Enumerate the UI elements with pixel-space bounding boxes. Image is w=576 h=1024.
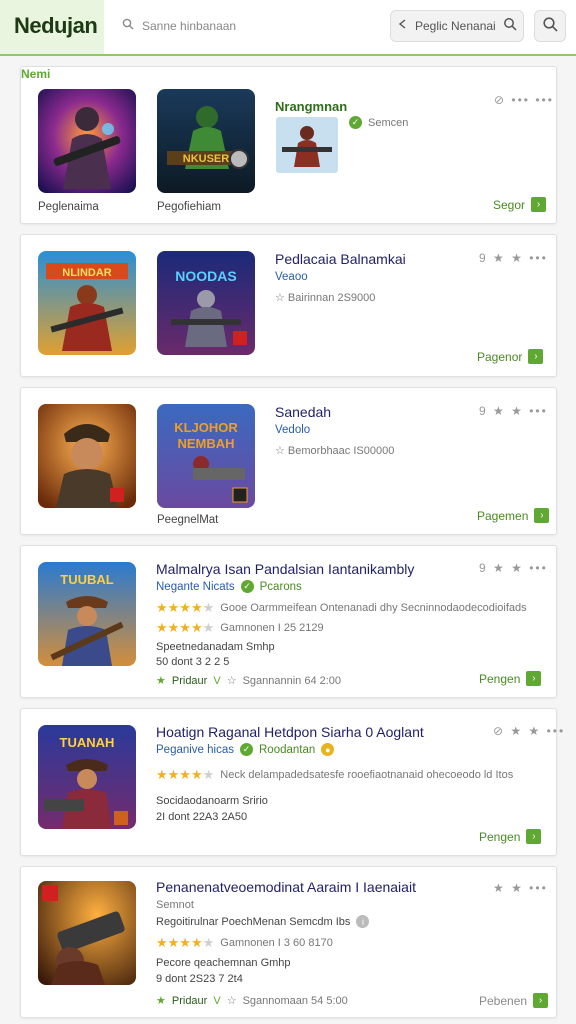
game-thumbnail[interactable] (38, 881, 136, 985)
secondary-search-field[interactable]: Peglic Nenanai (390, 10, 524, 42)
game-thumbnail[interactable]: NLINDAR (38, 251, 136, 355)
game-thumbnail[interactable]: TUUBAL (38, 562, 136, 666)
item-subtitle[interactable]: Vedolo (275, 424, 310, 436)
game-thumbnail[interactable] (38, 404, 136, 508)
item-meta: ☆ Bemorbhaac IS00000 (275, 445, 395, 457)
verified-icon: ✓ (240, 580, 254, 593)
item-controls[interactable]: ★ ★ ••• (493, 881, 548, 895)
game-thumbnail[interactable] (38, 89, 136, 193)
chevron-right-icon: › (534, 508, 550, 523)
star-rating: ★★★★★ (156, 767, 215, 782)
search-input[interactable]: Sanne hinbanaan (114, 10, 376, 42)
item-detail: Socidaodanoarm Sririo (156, 795, 268, 807)
item-title[interactable]: Hoatign Raganal Hetdpon Siarha 0 Aoglant (156, 724, 424, 740)
svg-text:KLJOHOR: KLJOHOR (174, 420, 238, 435)
search-icon (122, 17, 134, 35)
list-item[interactable]: Penanenatveoemodinat Aaraim I Iaenaiait … (20, 866, 557, 1018)
rating-row: ★★★★★ Gamnonen I 3 60 8170 (156, 935, 333, 950)
list-item[interactable]: Peglenaima NKUSER Pegofiehiam Nrangmnan … (20, 66, 557, 224)
item-detail: 50 dont 3 2 2 5 (156, 656, 230, 668)
item-subtitle[interactable]: Negante Nicats ✓ Pcarons (156, 580, 302, 593)
chevron-right-icon: › (528, 349, 544, 364)
info-icon: i (356, 915, 370, 928)
search-icon (542, 16, 558, 37)
item-title[interactable]: Penanenatveoemodinat Aaraim I Iaenaiait (156, 879, 416, 895)
app-logo[interactable]: Nedujan (14, 13, 98, 39)
star-icon: ★ (156, 675, 166, 687)
open-button[interactable]: Segor › (493, 197, 547, 212)
item-subtitle[interactable]: Semnot (156, 899, 194, 911)
top-bar: Nedujan Sanne hinbanaan Peglic Nenanai (0, 0, 576, 56)
item-title[interactable]: Malmalrya Isan Pandalsian Iantanikambly (156, 561, 414, 577)
chevron-down-icon[interactable]: V (213, 675, 220, 687)
star-rating: ★★★★★ (156, 935, 215, 950)
item-subtitle[interactable]: Veaoo (275, 271, 308, 283)
search-button[interactable] (534, 10, 566, 42)
svg-text:NEMBAH: NEMBAH (177, 436, 234, 451)
svg-text:NOODAS: NOODAS (175, 268, 236, 284)
item-detail: 2I dont 22A3 2A50 (156, 811, 248, 823)
award-icon: ● (321, 743, 335, 756)
item-controls[interactable]: 9 ★ ★ ••• (479, 404, 548, 418)
chevron-right-icon: › (533, 993, 549, 1008)
arrow-icon (397, 17, 409, 35)
item-footer: ★ Pridaur V ☆ Sgannannin 64 2:00 (156, 674, 342, 688)
star-rating: ★★★★★ (156, 600, 215, 615)
item-meta: ✓ Semcen (349, 116, 408, 129)
svg-text:NKUSER: NKUSER (183, 153, 230, 165)
list-item[interactable]: KLJOHOR NEMBAH PeegnelMat Sanedah Vedolo… (20, 387, 557, 535)
rating-row: ★★★★★ Gooe Oarmmeifean Ontenanadi dhy Se… (156, 600, 527, 615)
item-tag: Nemi (21, 67, 51, 81)
svg-text:NLINDAR: NLINDAR (62, 267, 112, 279)
search-icon[interactable] (503, 17, 517, 36)
chevron-right-icon: › (526, 829, 542, 844)
secondary-search-text: Peglic Nenanai (415, 19, 496, 33)
item-subtitle[interactable]: Peganive hicas ✓ Roodantan ● (156, 743, 335, 756)
item-detail: Pecore qeachemnan Gmhp (156, 957, 291, 969)
star-icon: ★ (156, 995, 166, 1007)
chevron-down-icon[interactable]: V (213, 995, 220, 1007)
open-button[interactable]: Pengen › (479, 829, 542, 844)
game-preview-image[interactable] (276, 117, 338, 173)
verified-icon: ✓ (240, 743, 253, 756)
open-button[interactable]: Pagenor › (477, 349, 544, 364)
game-thumbnail[interactable]: NOODAS (157, 251, 255, 355)
game-thumbnail[interactable]: NKUSER (157, 89, 255, 193)
star-rating: ★★★★★ (156, 620, 215, 635)
logo-area: Nedujan (0, 0, 104, 54)
item-meta: Regoitirulnar PoechMenan Semcdm Ibs i (156, 915, 370, 928)
svg-text:TUANAH: TUANAH (60, 735, 115, 750)
game-thumbnail[interactable]: TUANAH (38, 725, 136, 829)
item-detail: Speetnedanadam Smhp (156, 641, 275, 653)
open-button[interactable]: Pebenen › (479, 993, 549, 1008)
chevron-right-icon: › (531, 197, 547, 212)
open-button[interactable]: Pagemen › (477, 508, 550, 523)
item-title[interactable]: Pedlacaia Balnamkai (275, 251, 406, 267)
open-button[interactable]: Pengen › (479, 671, 542, 686)
thumbnail-caption: Peglenaima (38, 201, 99, 213)
item-footer: ★ Pridaur V ☆ Sgannomaan 54 5:00 (156, 994, 348, 1008)
item-controls[interactable]: 9 ★ ★ ••• (479, 251, 548, 265)
item-meta: ☆ Bairinnan 2S9000 (275, 292, 376, 304)
game-thumbnail[interactable]: KLJOHOR NEMBAH (157, 404, 255, 508)
chevron-right-icon: › (526, 671, 542, 686)
search-placeholder: Sanne hinbanaan (142, 19, 237, 33)
thumbnail-caption: PeegnelMat (157, 514, 219, 526)
item-title[interactable]: Nrangmnan (275, 99, 347, 114)
verified-icon: ✓ (349, 116, 362, 129)
thumbnail-caption: Pegofiehiam (157, 201, 221, 213)
list-item[interactable]: TUANAH Hoatign Raganal Hetdpon Siarha 0 … (20, 708, 563, 856)
rating-row: ★★★★★ Gamnonen I 25 2129 (156, 620, 324, 635)
rating-row: ★★★★★ Neck delampadedsatesfe rooefiaotna… (156, 767, 514, 782)
item-controls[interactable]: 9 ★ ★ ••• (479, 561, 548, 575)
list-item[interactable]: NLINDAR NOODAS Pedlacaia Balnamkai Veaoo… (20, 234, 557, 377)
item-controls[interactable]: ⊘ ••• ••• (494, 93, 554, 107)
item-controls[interactable]: ⊘ ★ ★ ••• (493, 724, 565, 738)
list-item[interactable]: TUUBAL Malmalrya Isan Pandalsian Iantani… (20, 545, 557, 698)
item-detail: 9 dont 2S23 7 2t4 (156, 973, 243, 985)
svg-text:TUUBAL: TUUBAL (60, 572, 113, 587)
item-title[interactable]: Sanedah (275, 404, 331, 420)
